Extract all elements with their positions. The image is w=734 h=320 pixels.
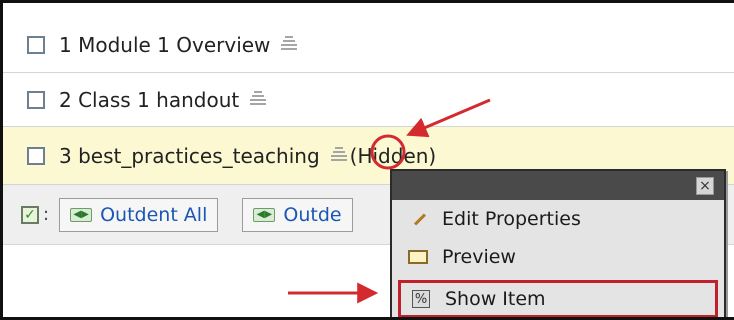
menu-item-show-item[interactable]: % Show Item [398, 280, 718, 317]
item-menu-icon[interactable] [330, 143, 348, 165]
menu-item-preview[interactable]: Preview [392, 238, 724, 276]
item-checkbox[interactable] [27, 90, 45, 109]
list-item: 2 Class 1 handout [3, 73, 734, 127]
content-list-panel: 1 Module 1 Overview 2 Class 1 handout 3 … [0, 0, 734, 320]
item-title[interactable]: Module 1 Overview [72, 33, 270, 57]
outdent-selected-button[interactable]: ◀▶ Outde [242, 197, 353, 232]
select-all-checkbox-icon[interactable]: ✓ [21, 205, 39, 224]
item-title[interactable]: Class 1 handout [72, 88, 239, 112]
hidden-status-label: (Hidden) [349, 143, 437, 168]
item-checkbox[interactable] [27, 146, 45, 165]
item-checkbox[interactable] [27, 35, 45, 54]
item-menu-icon[interactable] [280, 32, 298, 54]
menu-item-edit-properties[interactable]: Edit Properties [392, 200, 724, 238]
menu-item-label: Edit Properties [442, 208, 581, 230]
outdent-all-label: Outdent All [100, 203, 208, 226]
outdent-icon: ◀▶ [253, 207, 276, 222]
item-title-text[interactable]: best_practices_teaching [78, 144, 320, 168]
show-item-icon: % [409, 290, 433, 308]
outdent-all-button[interactable]: ◀▶ Outdent All [59, 197, 219, 232]
context-menu-header: × [392, 171, 724, 200]
preview-icon [406, 250, 430, 264]
pencil-icon [406, 211, 430, 227]
item-title-text[interactable]: Class 1 handout [78, 88, 239, 112]
close-icon[interactable]: × [696, 176, 714, 195]
item-title[interactable]: best_practices_teaching [72, 144, 320, 168]
outdent-selected-label: Outde [283, 203, 342, 226]
item-menu-icon[interactable] [249, 87, 267, 109]
menu-item-label: Show Item [445, 288, 546, 310]
menu-item-label: Preview [442, 246, 516, 268]
item-title-text[interactable]: Module 1 Overview [78, 33, 270, 57]
select-all-suffix: : [43, 204, 50, 225]
outdent-icon: ◀▶ [70, 207, 93, 222]
item-number: 1 [59, 32, 72, 57]
item-context-menu: × Edit Properties Preview % Show Item [390, 169, 726, 317]
item-number: 2 [59, 87, 72, 112]
list-item: 1 Module 1 Overview [3, 17, 734, 73]
item-number: 3 [59, 143, 72, 168]
